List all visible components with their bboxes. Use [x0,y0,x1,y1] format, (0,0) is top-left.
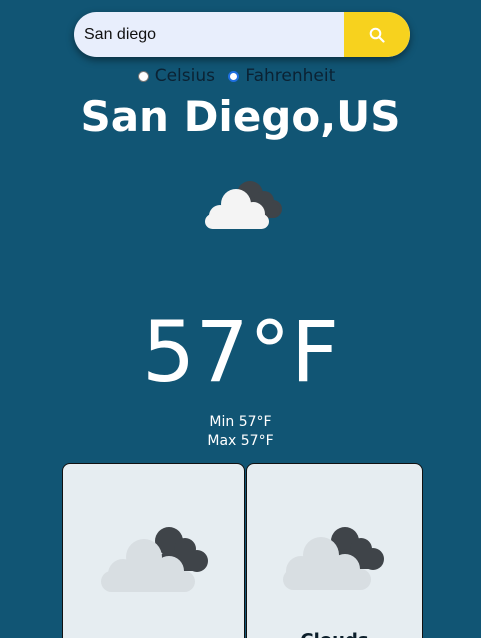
cloudy-icon [101,527,208,592]
search-icon [369,27,385,43]
search-bar [74,12,410,57]
search-input[interactable] [74,12,344,57]
city-name: San Diego,US [80,92,401,141]
cloudy-icon [283,527,384,590]
current-temperature: 57°F [141,303,340,401]
weather-app: Celsius Fahrenheit San Diego,US 57°F Min… [0,0,481,638]
cloudy-icon [205,181,282,229]
fahrenheit-radio[interactable] [228,70,240,82]
search-button[interactable] [344,12,410,57]
forecast-label: Clouds [247,630,422,638]
fahrenheit-label: Fahrenheit [245,66,336,86]
celsius-radio[interactable] [137,70,149,82]
forecast-card[interactable] [62,463,245,638]
min-max-temperature: Min 57°F Max 57°F [0,413,481,451]
max-temperature: Max 57°F [207,433,274,449]
min-temperature: Min 57°F [209,414,272,430]
unit-selector: Celsius Fahrenheit [0,66,481,86]
celsius-label: Celsius [154,66,215,86]
forecast-card[interactable]: Clouds [246,463,423,638]
